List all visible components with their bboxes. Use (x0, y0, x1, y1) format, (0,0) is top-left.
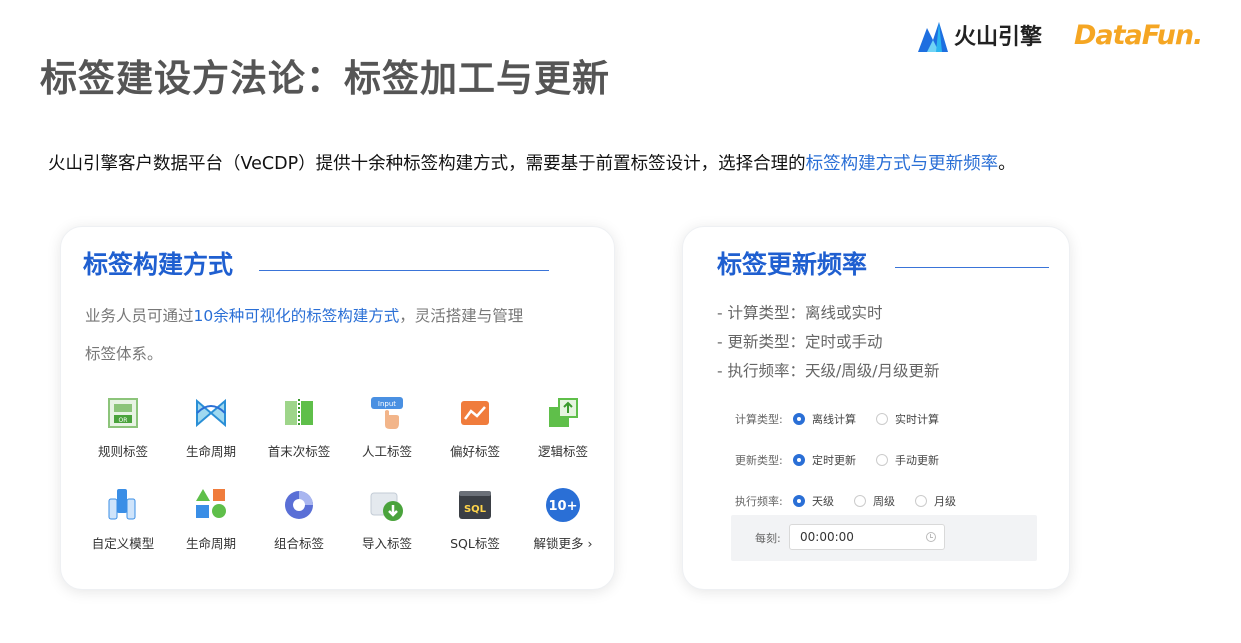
radio-unchecked-icon (915, 495, 927, 507)
import-tag-icon (369, 487, 405, 523)
tile-unlock-more[interactable]: 10+ 解锁更多 › (519, 487, 607, 552)
desc-suffix: ，灵活搭建与管理 (399, 307, 524, 325)
datafun-logo: DataFun. (1074, 20, 1203, 51)
tile-label: 人工标签 (361, 444, 412, 459)
calc-type-row: 计算类型: 离线计算 实时计算 (735, 408, 959, 430)
clock-icon (926, 532, 936, 542)
intro-suffix: 。 (998, 154, 1016, 174)
radio-label: 离线计算 (812, 413, 856, 426)
more-badge: 10+ (549, 499, 578, 514)
volcano-icon (918, 22, 948, 52)
radio-unchecked-icon (876, 413, 888, 425)
radio-monthly[interactable]: 月级 (915, 493, 956, 509)
radio-label: 手动更新 (895, 454, 939, 467)
title-rule (259, 270, 549, 271)
radio-weekly[interactable]: 周级 (854, 493, 895, 509)
intro-text: 火山引擎客户数据平台（VeCDP）提供十余种标签构建方式，需要基于前置标签设计，… (48, 150, 1016, 175)
time-panel: 每刻: 00:00:00 (731, 515, 1037, 561)
time-picker-input[interactable]: 00:00:00 (789, 524, 945, 550)
tile-rule-tag[interactable]: OR 规则标签 (79, 395, 167, 460)
time-value: 00:00:00 (800, 530, 854, 544)
radio-label: 定时更新 (812, 454, 856, 467)
intro-prefix: 火山引擎客户数据平台（VeCDP）提供十余种标签构建方式，需要基于前置标签设计，… (48, 154, 806, 174)
tag-build-card: 标签构建方式 业务人员可通过10余种可视化的标签构建方式，灵活搭建与管理 标签体… (60, 226, 615, 590)
update-frequency-title: 标签更新频率 (717, 250, 868, 279)
radio-label: 周级 (873, 495, 895, 508)
tile-label: 导入标签 (361, 536, 412, 551)
tile-custom-model[interactable]: 自定义模型 (79, 487, 167, 552)
tile-label: 首末次标签 (267, 444, 331, 459)
volcengine-logo: 火山引擎 (918, 18, 1042, 52)
sql-tag-icon: SQL (457, 487, 493, 523)
tile-label: SQL标签 (450, 536, 500, 551)
logic-tag-icon (545, 395, 581, 431)
manual-input-icon: Input (369, 395, 405, 431)
update-type-label: 更新类型: (735, 454, 783, 467)
tile-combine-tag[interactable]: 组合标签 (255, 487, 343, 552)
radio-manual-update[interactable]: 手动更新 (876, 452, 939, 468)
radio-checked-icon (793, 495, 805, 507)
radio-daily[interactable]: 天级 (793, 493, 834, 509)
radio-realtime-calc[interactable]: 实时计算 (876, 411, 939, 427)
tile-import-tag[interactable]: 导入标签 (343, 487, 431, 552)
list-item: - 更新类型：定时或手动 (717, 333, 883, 351)
page-title: 标签建设方法论：标签加工与更新 (40, 57, 610, 100)
tile-label: 规则标签 (97, 444, 148, 459)
desc-line2: 标签体系。 (85, 345, 163, 363)
calc-type-label: 计算类型: (735, 413, 783, 426)
desc-prefix: 业务人员可通过 (85, 307, 194, 325)
custom-model-icon (105, 487, 141, 523)
desc-highlight: 10余种可视化的标签构建方式 (193, 307, 400, 325)
tile-sql-tag[interactable]: SQL SQL标签 (431, 487, 519, 552)
tile-logic-tag[interactable]: 逻辑标签 (519, 395, 607, 460)
tile-label: 生命周期 (185, 536, 236, 551)
radio-label: 实时计算 (895, 413, 939, 426)
radio-unchecked-icon (854, 495, 866, 507)
frequency-list: - 计算类型：离线或实时 - 更新类型：定时或手动 - 执行频率：天级/周级/月… (717, 299, 939, 386)
logo-bar: 火山引擎 DataFun. (918, 14, 1228, 58)
tile-label: 逻辑标签 (537, 444, 588, 459)
first-last-tag-icon (281, 395, 317, 431)
update-type-row: 更新类型: 定时更新 手动更新 (735, 449, 959, 471)
preference-chart-icon (457, 395, 493, 431)
title-rule (895, 267, 1049, 268)
update-frequency-card: 标签更新频率 - 计算类型：离线或实时 - 更新类型：定时或手动 - 执行频率：… (682, 226, 1070, 590)
svg-text:OR: OR (119, 417, 128, 424)
radio-label: 月级 (934, 495, 956, 508)
radio-unchecked-icon (876, 454, 888, 466)
svg-text:Input: Input (378, 400, 396, 408)
radio-checked-icon (793, 454, 805, 466)
frequency-row: 执行频率: 天级 周级 月级 (735, 490, 976, 512)
radio-label: 天级 (812, 495, 834, 508)
svg-text:SQL: SQL (464, 504, 487, 515)
time-label: 每刻: (755, 532, 781, 545)
lifecycle-flow-icon (193, 395, 229, 431)
lifecycle-shapes-icon (193, 487, 229, 523)
more-icon: 10+ (545, 487, 581, 523)
tile-lifecycle-2[interactable]: 生命周期 (167, 487, 255, 552)
combine-tag-icon (281, 487, 317, 523)
tag-build-title: 标签构建方式 (83, 250, 234, 279)
tile-label: 偏好标签 (449, 444, 500, 459)
radio-checked-icon (793, 413, 805, 425)
tile-label: 生命周期 (185, 444, 236, 459)
radio-scheduled-update[interactable]: 定时更新 (793, 452, 856, 468)
frequency-label: 执行频率: (735, 495, 783, 508)
tag-build-description: 业务人员可通过10余种可视化的标签构建方式，灵活搭建与管理 标签体系。 (85, 297, 575, 373)
radio-offline-calc[interactable]: 离线计算 (793, 411, 856, 427)
tile-preference-tag[interactable]: 偏好标签 (431, 395, 519, 460)
tile-first-last-tag[interactable]: 首末次标签 (255, 395, 343, 460)
tile-lifecycle[interactable]: 生命周期 (167, 395, 255, 460)
tile-label: 解锁更多 › (533, 536, 593, 551)
list-item: - 执行频率：天级/周级/月级更新 (717, 362, 940, 380)
list-item: - 计算类型：离线或实时 (717, 304, 883, 322)
tile-label: 自定义模型 (91, 536, 155, 551)
rule-tag-icon: OR (105, 395, 141, 431)
tile-manual-tag[interactable]: Input 人工标签 (343, 395, 431, 460)
volcengine-logo-text: 火山引擎 (954, 25, 1043, 50)
tile-label: 组合标签 (273, 536, 324, 551)
intro-highlight: 标签构建方式与更新频率 (805, 154, 999, 174)
